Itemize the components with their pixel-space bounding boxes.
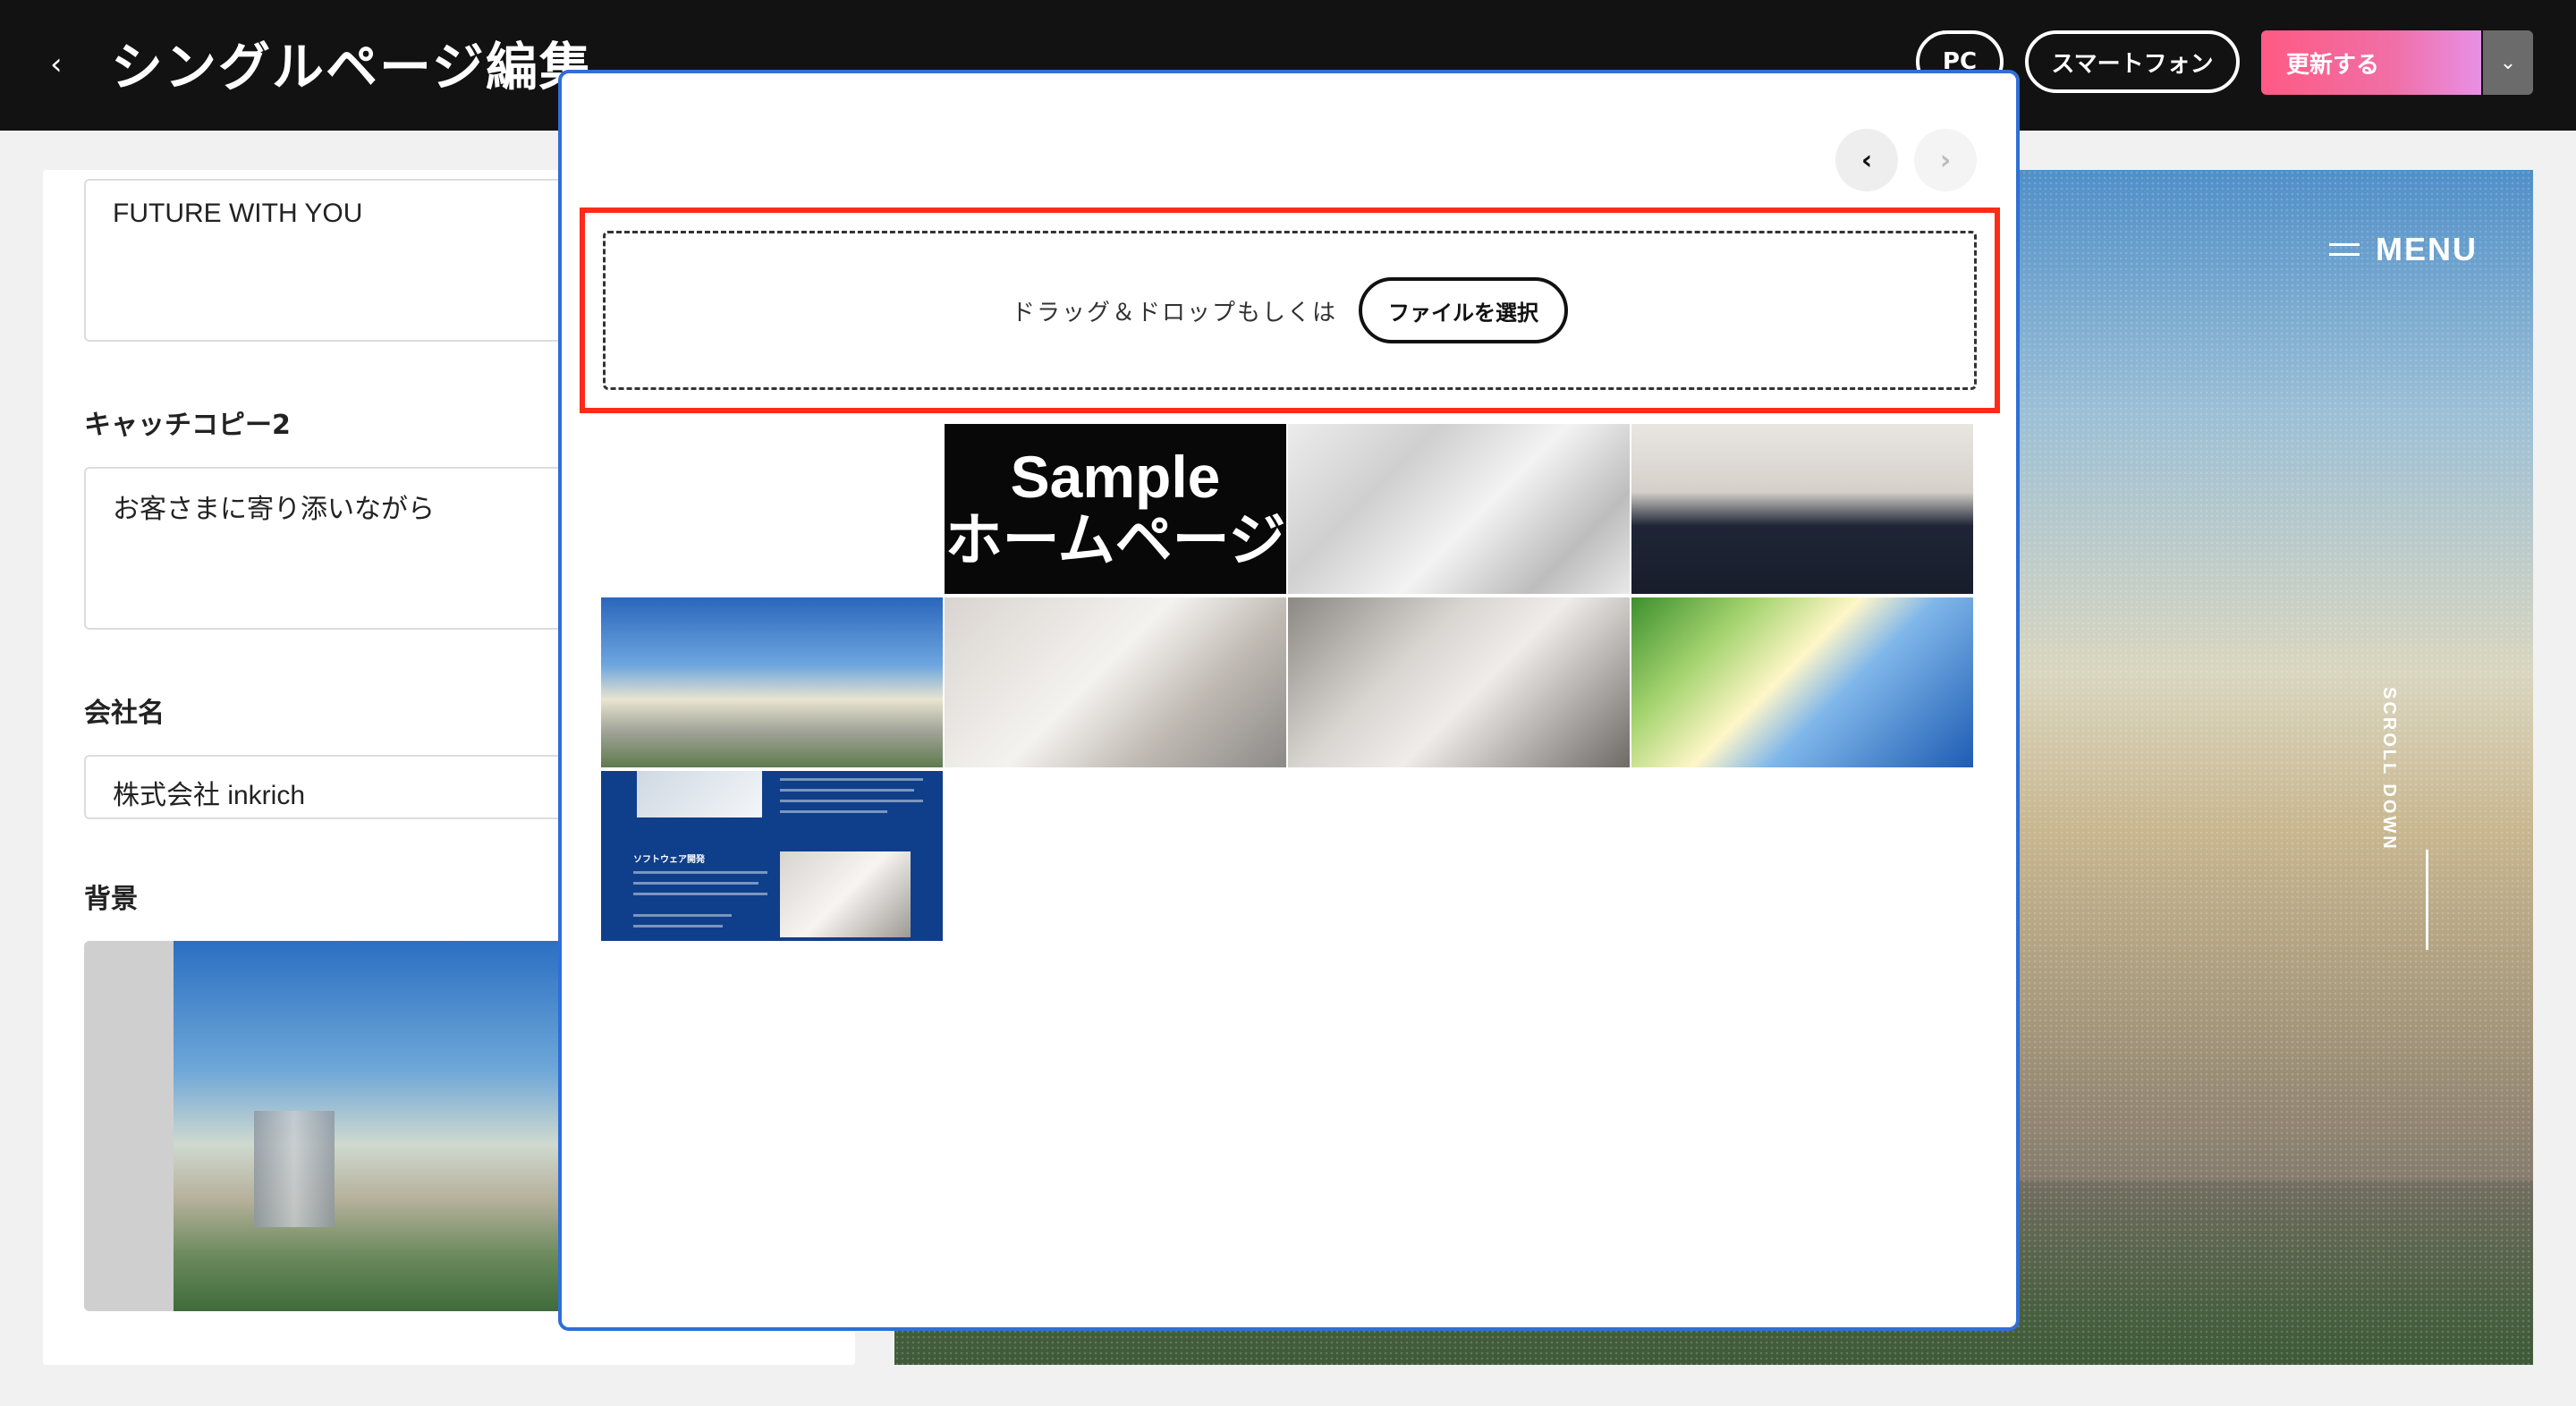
back-icon[interactable]: ‹ <box>50 47 77 82</box>
brochure-text-line <box>633 914 732 917</box>
upload-highlight: ドラッグ＆ドロップもしくは ファイルを選択 <box>580 208 2000 413</box>
image-thumbnail-city[interactable] <box>601 597 943 767</box>
scroll-line <box>2426 850 2428 950</box>
drop-zone-text: ドラッグ＆ドロップもしくは <box>1011 299 1337 326</box>
page-title: シングルページ編集 <box>111 37 593 97</box>
company-name-label: 会社名 <box>84 698 165 729</box>
brochure-photo-side <box>780 851 911 937</box>
brochure-text-line <box>633 893 767 895</box>
brochure-text-line <box>780 778 923 781</box>
image-thumbnail-team[interactable] <box>1288 597 1630 767</box>
image-thumbnail-building[interactable] <box>1631 597 1973 767</box>
prev-page-button[interactable]: ‹ <box>1835 129 1898 191</box>
image-thumbnail-executive[interactable] <box>1631 424 1973 594</box>
image-thumbnail-sample[interactable]: Sample ホームページ <box>945 424 1286 594</box>
menu-label: MENU <box>2376 231 2478 267</box>
sample-subtitle: ホームページ <box>945 508 1286 574</box>
scroll-down-label: SCROLL DOWN <box>2379 687 2399 851</box>
image-thumbnail-documents[interactable] <box>945 597 1286 767</box>
brochure-text-line <box>780 789 914 792</box>
chevron-down-icon[interactable]: ⌄ <box>2483 30 2533 95</box>
tower-shape <box>254 1111 335 1227</box>
sample-title: Sample <box>1010 444 1221 510</box>
update-button[interactable]: 更新する <box>2261 30 2481 95</box>
drop-zone[interactable]: ドラッグ＆ドロップもしくは ファイルを選択 <box>603 231 1977 390</box>
brochure-text-line <box>780 800 923 802</box>
image-picker-modal: ‹ › ドラッグ＆ドロップもしくは ファイルを選択 Sample ホームページ … <box>558 70 2020 1331</box>
brochure-text-line <box>780 810 887 813</box>
preview-menu[interactable]: MENU <box>2329 231 2478 268</box>
image-thumbnail-brochure[interactable]: ソフトウェア開発 <box>601 771 943 941</box>
brochure-text-line <box>633 925 723 927</box>
brochure-photo-top <box>637 771 762 817</box>
image-thumbnail-meeting[interactable] <box>1288 424 1630 594</box>
background-label: 背景 <box>84 884 138 915</box>
choose-file-button[interactable]: ファイルを選択 <box>1359 277 1568 343</box>
brochure-text-line <box>633 871 767 874</box>
brochure-text-line <box>633 882 758 885</box>
smartphone-view-button[interactable]: スマートフォン <box>2025 30 2240 93</box>
menu-icon <box>2329 243 2360 256</box>
brochure-heading: ソフトウェア開発 <box>633 855 705 865</box>
next-page-button[interactable]: › <box>1914 129 1977 191</box>
catch-copy-2-label: キャッチコピー2 <box>84 410 291 441</box>
